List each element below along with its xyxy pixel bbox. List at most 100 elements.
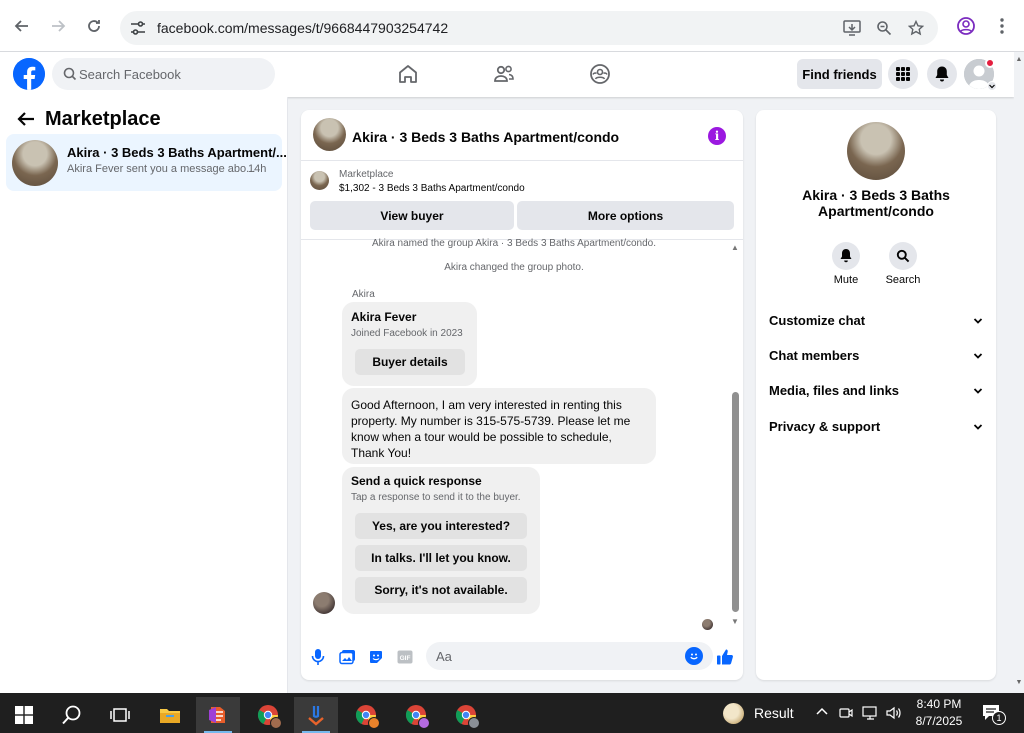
search-label: Search bbox=[885, 274, 921, 286]
listing-banner: Marketplace $1,302 - 3 Beds 3 Baths Apar… bbox=[301, 161, 743, 240]
scroll-down-arrow[interactable]: ▼ bbox=[1015, 679, 1023, 687]
photo-icon[interactable] bbox=[338, 648, 356, 666]
mute-button[interactable] bbox=[832, 242, 860, 270]
network-icon[interactable] bbox=[862, 705, 880, 721]
quick-response-subtitle: Tap a response to send it to the buyer. bbox=[351, 492, 521, 503]
quick-response-button[interactable]: Yes, are you interested? bbox=[355, 513, 527, 539]
system-message: Akira named the group Akira · 3 Beds 3 B… bbox=[371, 238, 657, 249]
menu-dots-icon[interactable] bbox=[990, 14, 1014, 38]
facebook-search[interactable] bbox=[52, 58, 275, 90]
office-icon[interactable] bbox=[196, 697, 240, 733]
notifications-icon[interactable]: 1 bbox=[981, 703, 1006, 725]
quick-response-button[interactable]: In talks. I'll let you know. bbox=[355, 545, 527, 571]
chat-panel: Akira · 3 Beds 3 Baths Apartment/condo i… bbox=[301, 110, 743, 680]
bell-icon[interactable] bbox=[927, 59, 957, 89]
quick-response-title: Send a quick response bbox=[351, 474, 482, 488]
profile-badge bbox=[468, 717, 480, 729]
page-title: Marketplace bbox=[45, 108, 161, 130]
home-icon[interactable] bbox=[396, 62, 420, 86]
chevron-down-icon bbox=[973, 424, 983, 430]
task-view-icon[interactable] bbox=[98, 697, 142, 733]
chevron-down-icon bbox=[973, 318, 983, 324]
emoji-icon[interactable] bbox=[685, 647, 703, 665]
volume-icon[interactable] bbox=[885, 705, 903, 721]
section-customize-chat[interactable]: Customize chat bbox=[769, 313, 983, 333]
chrome-icon[interactable] bbox=[344, 697, 388, 733]
install-icon[interactable] bbox=[842, 18, 862, 38]
taskbar-search-icon[interactable] bbox=[50, 697, 94, 733]
meet-now-icon[interactable] bbox=[838, 705, 854, 721]
address-bar[interactable]: facebook.com/messages/t/9668447903254742 bbox=[120, 11, 938, 45]
scroll-up-arrow[interactable]: ▲ bbox=[730, 243, 740, 253]
forward-arrow-icon[interactable] bbox=[44, 12, 72, 40]
page-scrollbar[interactable]: ▲ ▼ bbox=[1014, 52, 1024, 693]
section-privacy-support[interactable]: Privacy & support bbox=[769, 419, 983, 439]
chat-scrollbar[interactable] bbox=[732, 392, 739, 612]
mute-label: Mute bbox=[833, 274, 859, 286]
gif-icon[interactable]: GIF bbox=[396, 648, 414, 666]
friends-icon[interactable] bbox=[492, 62, 516, 86]
notification-dot bbox=[985, 58, 995, 68]
more-options-button[interactable]: More options bbox=[517, 201, 734, 230]
scroll-down-arrow[interactable]: ▼ bbox=[730, 617, 740, 627]
section-media-files-links[interactable]: Media, files and links bbox=[769, 383, 983, 403]
back-arrow-icon[interactable] bbox=[8, 12, 36, 40]
message-input[interactable] bbox=[436, 642, 676, 670]
chrome-icon[interactable] bbox=[246, 697, 290, 733]
like-icon[interactable] bbox=[716, 648, 734, 666]
info-icon[interactable]: i bbox=[708, 127, 726, 145]
star-icon[interactable] bbox=[906, 18, 926, 38]
search-input[interactable] bbox=[79, 58, 269, 90]
conversation-snippet: Akira Fever sent you a message abo... bbox=[67, 163, 256, 175]
buyer-details-button[interactable]: Buyer details bbox=[355, 349, 465, 375]
message-bubble: Good Afternoon, I am very interested in … bbox=[342, 388, 656, 464]
facebook-logo[interactable] bbox=[13, 58, 45, 90]
grid-menu-icon[interactable] bbox=[888, 59, 918, 89]
search-button[interactable] bbox=[889, 242, 917, 270]
reload-icon[interactable] bbox=[80, 12, 108, 40]
mic-icon[interactable] bbox=[309, 648, 327, 666]
url-text[interactable]: facebook.com/messages/t/9668447903254742 bbox=[157, 20, 448, 36]
windows-start-icon[interactable] bbox=[2, 697, 46, 733]
file-explorer-icon[interactable] bbox=[148, 697, 192, 733]
scroll-up-arrow[interactable]: ▲ bbox=[1015, 56, 1023, 64]
groups-icon[interactable] bbox=[588, 62, 612, 86]
profile-badge bbox=[368, 717, 380, 729]
app-icon[interactable] bbox=[294, 697, 338, 733]
quick-response-button[interactable]: Sorry, it's not available. bbox=[355, 577, 527, 603]
find-friends-button[interactable]: Find friends bbox=[797, 59, 882, 89]
soccer-ball-icon[interactable] bbox=[723, 703, 744, 724]
clock[interactable]: 8:40 PM 8/7/2025 bbox=[908, 696, 970, 730]
chat-avatar[interactable] bbox=[313, 118, 346, 151]
sticker-icon[interactable] bbox=[367, 648, 385, 666]
zoom-icon[interactable] bbox=[874, 18, 894, 38]
windows-taskbar: Result 8:40 PM 8/7/2025 1 bbox=[0, 693, 1024, 733]
clock-time: 8:40 PM bbox=[916, 697, 962, 711]
view-buyer-button[interactable]: View buyer bbox=[310, 201, 514, 230]
marketplace-label: Marketplace bbox=[339, 169, 394, 180]
chrome-icon[interactable] bbox=[444, 697, 488, 733]
back-arrow-icon[interactable] bbox=[16, 111, 36, 127]
chrome-icon[interactable] bbox=[394, 697, 438, 733]
listing-thumbnail[interactable] bbox=[310, 171, 329, 190]
message-input-wrapper[interactable] bbox=[426, 642, 713, 670]
section-chat-members[interactable]: Chat members bbox=[769, 348, 983, 368]
conversation-item[interactable]: Akira · 3 Beds 3 Baths Apartment/... Aki… bbox=[6, 134, 287, 191]
tune-icon[interactable] bbox=[128, 18, 148, 38]
message-list: Akira named the group Akira · 3 Beds 3 B… bbox=[301, 238, 743, 630]
group-name: Akira · 3 Beds 3 Baths Apartment/condo bbox=[802, 187, 950, 219]
chevron-up-icon[interactable] bbox=[815, 705, 829, 719]
sender-name: Akira bbox=[352, 289, 375, 300]
clock-date: 8/7/2025 bbox=[915, 714, 963, 728]
group-photo[interactable] bbox=[847, 122, 905, 180]
conversation-thumbnail bbox=[12, 140, 58, 186]
listing-price[interactable]: $1,302 - 3 Beds 3 Baths Apartment/condo bbox=[339, 183, 525, 194]
chat-title[interactable]: Akira · 3 Beds 3 Baths Apartment/condo bbox=[352, 129, 619, 145]
profile-icon[interactable] bbox=[954, 14, 978, 38]
notification-count: 1 bbox=[992, 711, 1006, 725]
result-label[interactable]: Result bbox=[754, 705, 794, 721]
search-icon bbox=[63, 67, 77, 81]
message-composer: GIF bbox=[301, 640, 743, 680]
chevron-down-icon[interactable] bbox=[987, 81, 997, 91]
sender-avatar[interactable] bbox=[313, 592, 335, 614]
